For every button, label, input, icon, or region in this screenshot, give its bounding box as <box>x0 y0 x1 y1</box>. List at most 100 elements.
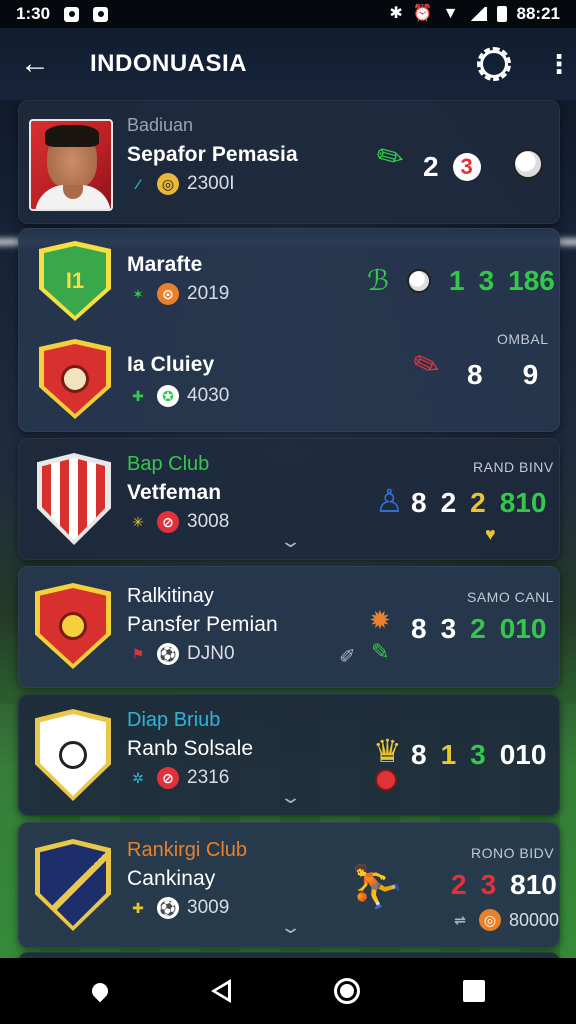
club-meta: ⚑ ⚽ DJN0 <box>127 643 235 665</box>
club-row[interactable]: OMBAL Ia Cluiey ✚ ✪ 4030 ✎ 8 9 <box>19 329 559 429</box>
club-meta-value: 2019 <box>187 283 230 304</box>
wand-icon: ⁄ <box>136 176 140 192</box>
club-crest <box>35 583 111 669</box>
stat-value: 3 <box>440 613 457 644</box>
boot-icon: ✎ <box>369 134 412 180</box>
stat-value: 2 <box>440 487 457 518</box>
coin-icon: ◎ <box>157 173 179 195</box>
badge-icon: ⚽ <box>157 643 179 665</box>
stat-value: 2 <box>423 151 439 182</box>
club-meta-value: 2316 <box>187 767 230 788</box>
club-stats: 1 3 186 <box>449 265 555 297</box>
player-stats: 2 3 <box>423 151 481 183</box>
club-name: Vetfeman <box>127 481 222 504</box>
stat-label: SAMO CANL <box>467 589 554 605</box>
stat-label: RAND BINV <box>473 459 554 475</box>
club-card[interactable]: Diap Briub Ranb Solsale ✲ ⊘ 2316 ♛ 8 1 3… <box>18 694 560 816</box>
stat-value: 8 <box>411 613 427 644</box>
stat-value: 3 <box>478 265 495 296</box>
star-icon: ✶ <box>132 285 144 302</box>
football-icon <box>407 269 431 293</box>
coin-icon: ◎ <box>479 909 501 931</box>
plus-icon: ✚ <box>132 899 144 916</box>
plus-icon: ✚ <box>132 387 144 404</box>
chevron-down-icon[interactable]: ⌄ <box>279 787 302 808</box>
club-meta-value: 3009 <box>187 897 230 918</box>
more-vert-icon[interactable]: ⋮ <box>546 51 572 77</box>
club-name: Marafte <box>127 253 203 276</box>
football-icon <box>513 149 543 179</box>
player-photo <box>29 119 113 211</box>
badge-icon: ✪ <box>157 385 179 407</box>
swirl-icon: ℬ <box>367 265 390 296</box>
stat-value: 1 <box>449 265 465 296</box>
swap-icon: ⇌ <box>454 911 466 928</box>
nav-recents-icon[interactable] <box>462 980 485 1002</box>
club-crest <box>35 709 111 801</box>
club-meta-value: 3008 <box>187 511 230 532</box>
nav-back-icon[interactable] <box>210 979 231 1003</box>
club-meta-value: 4030 <box>187 385 230 406</box>
status-bar: 1:30 ✱ ⏰ ▼ 88:21 <box>0 0 576 28</box>
flag-icon: ⚑ <box>131 645 145 662</box>
club-name: Ranb Solsale <box>127 737 254 760</box>
stat-value: 3 <box>480 869 497 900</box>
badge-icon: ⚽ <box>157 897 179 919</box>
boot-icon: ✎ <box>407 343 446 387</box>
club-stats: 8 3 2 010 <box>411 613 546 645</box>
nav-home-icon[interactable] <box>333 978 360 1004</box>
player-meta-value: 2300I <box>187 173 235 194</box>
club-meta: ✶ ⊙ 2019 <box>127 283 229 305</box>
club-stats: 8 1 3 010 <box>411 739 546 771</box>
club-meta: ✚ ✪ 4030 <box>127 385 229 407</box>
stat-value: 8 <box>467 359 483 390</box>
club-row[interactable]: I1 Marafte ✶ ⊙ 2019 ℬ 1 3 186 <box>19 229 559 329</box>
club-name: Pansfer Pemian <box>127 613 278 636</box>
club-card[interactable]: Ralkitinay SAMO CANL Pansfer Pemian ⚑ ⚽ … <box>18 566 560 688</box>
stat-value: 2 <box>451 869 467 900</box>
club-card[interactable]: I1 Marafte ✶ ⊙ 2019 ℬ 1 3 186 OMBAL Ia C… <box>18 228 560 432</box>
badge-icon: ⊙ <box>157 283 179 305</box>
club-meta-value: DJN0 <box>187 643 235 664</box>
stat-value: 2 <box>470 613 486 644</box>
notification-icon <box>64 6 80 22</box>
boot-icon: ✎ <box>371 639 390 664</box>
system-nav-bar <box>0 958 576 1024</box>
club-card[interactable]: Rankirgi Club RONO BIDV Cankinay ✚ ⚽ 300… <box>18 822 560 948</box>
stat-value: 8 <box>411 739 427 770</box>
player-name: Sepafor Pemasia <box>127 143 298 166</box>
club-crest <box>35 839 111 931</box>
chevron-down-icon[interactable]: ⌄ <box>279 531 302 552</box>
assistant-icon[interactable] <box>88 979 111 1003</box>
chevron-down-icon[interactable]: ⌄ <box>279 917 302 938</box>
club-subtitle: Bap Club <box>127 453 210 475</box>
pencil-icon: ✐ <box>339 646 356 668</box>
club-subtitle: Diap Briub <box>127 709 221 731</box>
stat-value: 3 <box>470 739 486 770</box>
club-card[interactable]: Bap Club RAND BINV Vetfeman ✳ ⊘ 3008 ♙ 8… <box>18 438 560 560</box>
stat-value: 2 <box>470 487 486 518</box>
page-title: INDONUASIA <box>90 50 248 77</box>
gear-icon[interactable] <box>477 47 511 81</box>
stat-value: 810 <box>499 487 547 518</box>
arrow-left-icon[interactable]: ← <box>20 49 60 79</box>
stat-value: 010 <box>499 613 547 644</box>
app-bar: ← INDONUASIA ⋮ <box>0 28 576 100</box>
stat-label: OMBAL <box>497 331 549 347</box>
alarm-icon: ⏰ <box>412 5 433 22</box>
club-meta: ✚ ⚽ 3009 <box>127 897 229 919</box>
badge-icon: ⊘ <box>157 767 179 789</box>
club-crest <box>37 453 111 545</box>
club-extra-meta: ⇌ ◎ 80000 <box>449 909 559 931</box>
club-crest: I1 <box>39 241 111 321</box>
club-name: Ia Cluiey <box>127 353 215 376</box>
player-subtitle: Badiuan <box>127 115 194 135</box>
notification-icon-2 <box>93 6 109 22</box>
stat-value: 1 <box>440 739 457 770</box>
stat-value: 8 <box>411 487 427 518</box>
club-extra-meta-value: 80000 <box>509 909 560 930</box>
battery-icon <box>496 6 507 22</box>
stat-value: 810 <box>510 869 557 900</box>
player-card[interactable]: Badiuan Sepafor Pemasia ⁄ ◎ 2300I ✎ 2 3 <box>18 100 560 224</box>
club-stats: 2 3 810 <box>451 869 557 901</box>
